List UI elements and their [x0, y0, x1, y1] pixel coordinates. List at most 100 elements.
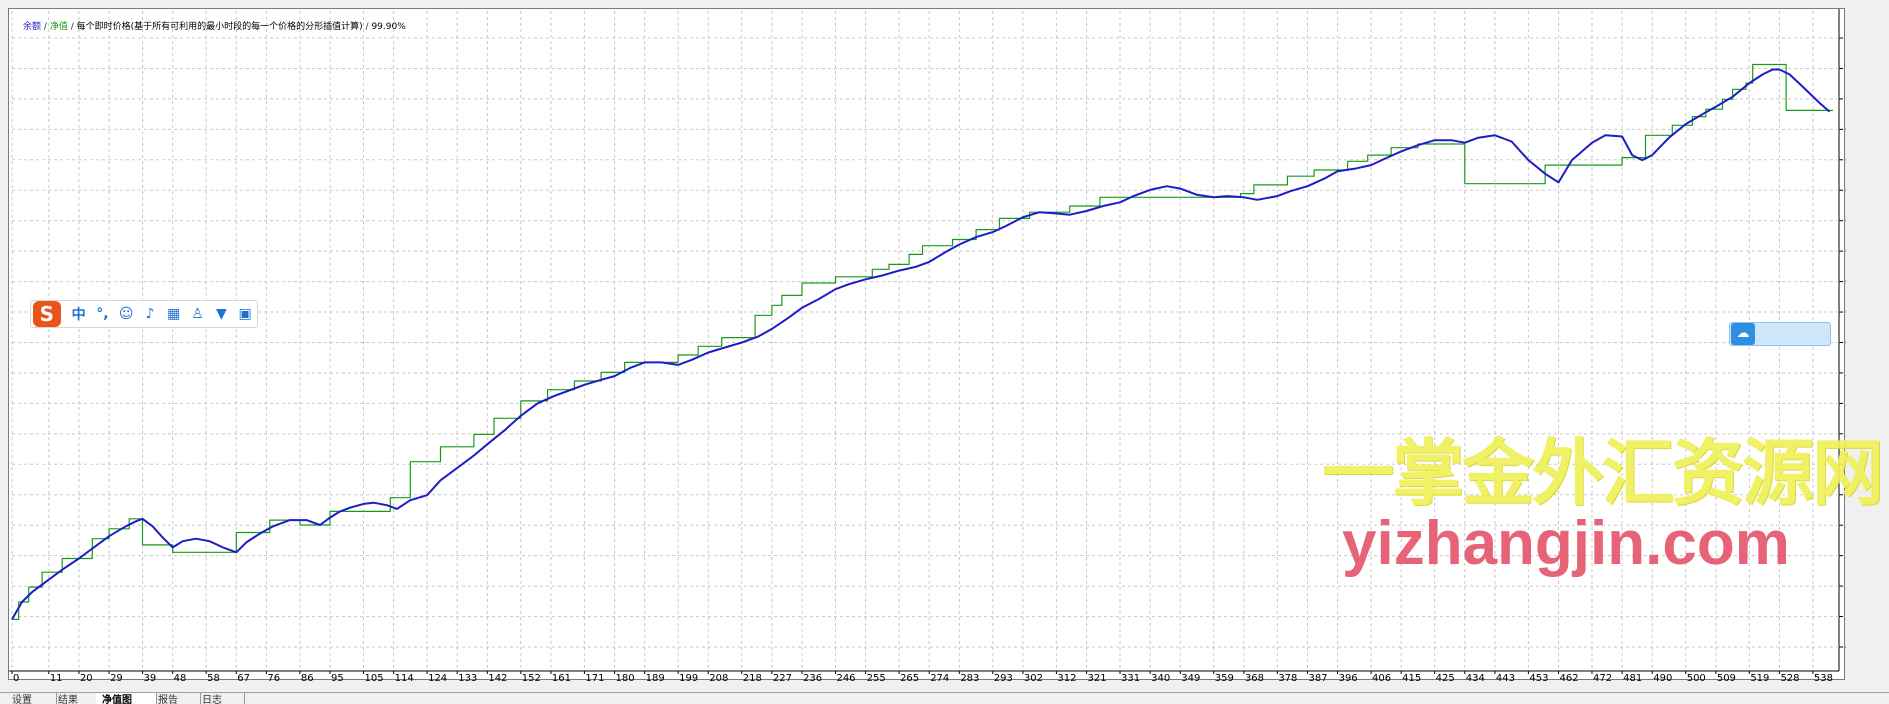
chart-panel: 4888750113513405256653793550205624657473…: [8, 8, 1846, 681]
y-tick-label: 58699: [1845, 398, 1846, 409]
x-tick-label: 246: [836, 673, 855, 681]
x-tick-label: 171: [585, 673, 604, 681]
soft-keyboard-icon[interactable]: ▦: [162, 302, 186, 326]
x-tick-label: 349: [1181, 673, 1200, 681]
x-tick-label: 500: [1687, 673, 1706, 681]
x-tick-label: 189: [646, 673, 665, 681]
cloud-widget[interactable]: ☁: [1729, 322, 1831, 346]
x-tick-label: 519: [1750, 673, 1769, 681]
x-tick-label: 199: [679, 673, 698, 681]
x-tick-label: 528: [1780, 673, 1799, 681]
x-tick-label: 133: [458, 673, 477, 681]
legend-separator: /: [70, 22, 74, 32]
x-tick-label: 86: [301, 673, 314, 681]
x-tick-label: 67: [237, 673, 250, 681]
y-tick-label: 69738: [1845, 124, 1846, 135]
y-tick-label: 73418: [1845, 33, 1846, 44]
legend-separator: /: [365, 22, 369, 32]
x-tick-label: 227: [773, 673, 792, 681]
x-tick-label: 387: [1308, 673, 1327, 681]
y-tick-label: 61152: [1845, 338, 1846, 349]
x-tick-label: 331: [1121, 673, 1140, 681]
x-tick-label: 152: [522, 673, 541, 681]
x-tick-label: 443: [1496, 673, 1515, 681]
tester-tab-bar: 设置 结果 净值图 报告 日志: [0, 692, 1889, 704]
x-tick-label: 340: [1151, 673, 1170, 681]
x-tick-label: 302: [1024, 673, 1043, 681]
model-description: 每个即时价格(基于所有可利用的最小时段的每一个价格的分形插值计算): [76, 22, 363, 32]
x-tick-label: 105: [364, 673, 383, 681]
x-tick-label: 415: [1402, 673, 1421, 681]
x-tick-label: 58: [207, 673, 220, 681]
x-tick-label: 406: [1372, 673, 1391, 681]
x-tick-label: 312: [1057, 673, 1076, 681]
x-tick-label: 453: [1529, 673, 1548, 681]
y-tick-label: 59926: [1845, 368, 1846, 379]
y-tick-label: 50113: [1845, 612, 1846, 623]
x-tick-label: 255: [867, 673, 886, 681]
emoji-icon[interactable]: ☺: [114, 302, 138, 326]
tab-journal[interactable]: 日志: [196, 693, 245, 704]
x-tick-label: 161: [552, 673, 571, 681]
x-tick-label: 321: [1088, 673, 1107, 681]
x-tick-label: 236: [803, 673, 822, 681]
y-tick-label: 63605: [1845, 277, 1846, 288]
watermark-url: yizhangjin.com: [1342, 509, 1790, 578]
y-tick-label: 70965: [1845, 94, 1846, 105]
tab-results[interactable]: 结果: [52, 693, 101, 704]
x-tick-label: 396: [1339, 673, 1358, 681]
tab-settings[interactable]: 设置: [6, 693, 57, 704]
x-tick-label: 472: [1593, 673, 1612, 681]
y-tick-label: 68512: [1845, 155, 1846, 166]
legend-equity: 净值: [49, 22, 68, 32]
x-tick-label: 425: [1436, 673, 1455, 681]
chinese-mode-button[interactable]: 中: [67, 302, 91, 326]
legend-separator: /: [43, 22, 47, 32]
voice-input-icon[interactable]: ♪: [138, 302, 162, 326]
y-tick-label: 52566: [1845, 551, 1846, 562]
cloud-icon[interactable]: ☁: [1731, 323, 1755, 345]
x-tick-label: 48: [174, 673, 187, 681]
x-tick-label: 142: [488, 673, 507, 681]
y-tick-label: 64832: [1845, 246, 1846, 257]
y-tick-label: 72191: [1845, 63, 1846, 74]
x-tick-label: 208: [709, 673, 728, 681]
x-tick-label: 293: [994, 673, 1013, 681]
x-tick-label: 39: [144, 673, 157, 681]
sogou-logo-icon[interactable]: S: [33, 301, 61, 327]
ime-toolbar[interactable]: S 中 °, ☺ ♪ ▦ ♙ ▼ ▣: [30, 300, 258, 328]
watermark-chinese: 一掌金外汇资源网: [1322, 431, 1884, 515]
x-tick-label: 538: [1814, 673, 1833, 681]
user-icon[interactable]: ♙: [186, 302, 210, 326]
y-tick-label: 51340: [1845, 581, 1846, 592]
x-tick-label: 95: [331, 673, 344, 681]
x-tick-label: 180: [616, 673, 635, 681]
x-tick-label: 481: [1623, 673, 1642, 681]
x-tick-label: 29: [110, 673, 123, 681]
tab-equity-graph[interactable]: 净值图: [96, 693, 157, 704]
x-tick-label: 434: [1466, 673, 1485, 681]
x-tick-label: 124: [428, 673, 447, 681]
tab-report[interactable]: 报告: [152, 693, 201, 704]
x-tick-label: 218: [743, 673, 762, 681]
x-tick-label: 114: [395, 673, 414, 681]
x-tick-label: 490: [1653, 673, 1672, 681]
toolbox-icon[interactable]: ▣: [233, 302, 257, 326]
y-tick-label: 66059: [1845, 216, 1846, 227]
punctuation-icon[interactable]: °,: [91, 302, 115, 326]
x-tick-label: 274: [930, 673, 949, 681]
x-tick-label: 76: [267, 673, 280, 681]
x-tick-label: 11: [50, 673, 63, 681]
chart-legend: 余额 / 净值 / 每个即时价格(基于所有可利用的最小时段的每一个价格的分形插值…: [23, 19, 406, 32]
y-tick-label: 48887: [1845, 642, 1846, 653]
x-tick-label: 359: [1215, 673, 1234, 681]
x-tick-label: 0: [13, 673, 19, 681]
x-tick-label: 265: [900, 673, 919, 681]
x-tick-label: 283: [960, 673, 979, 681]
x-tick-label: 462: [1560, 673, 1579, 681]
equity-chart: 4888750113513405256653793550205624657473…: [9, 9, 1846, 681]
y-tick-label: 62379: [1845, 307, 1846, 318]
x-tick-label: 20: [80, 673, 93, 681]
skin-shirt-icon[interactable]: ▼: [209, 302, 233, 326]
x-tick-label: 509: [1717, 673, 1736, 681]
